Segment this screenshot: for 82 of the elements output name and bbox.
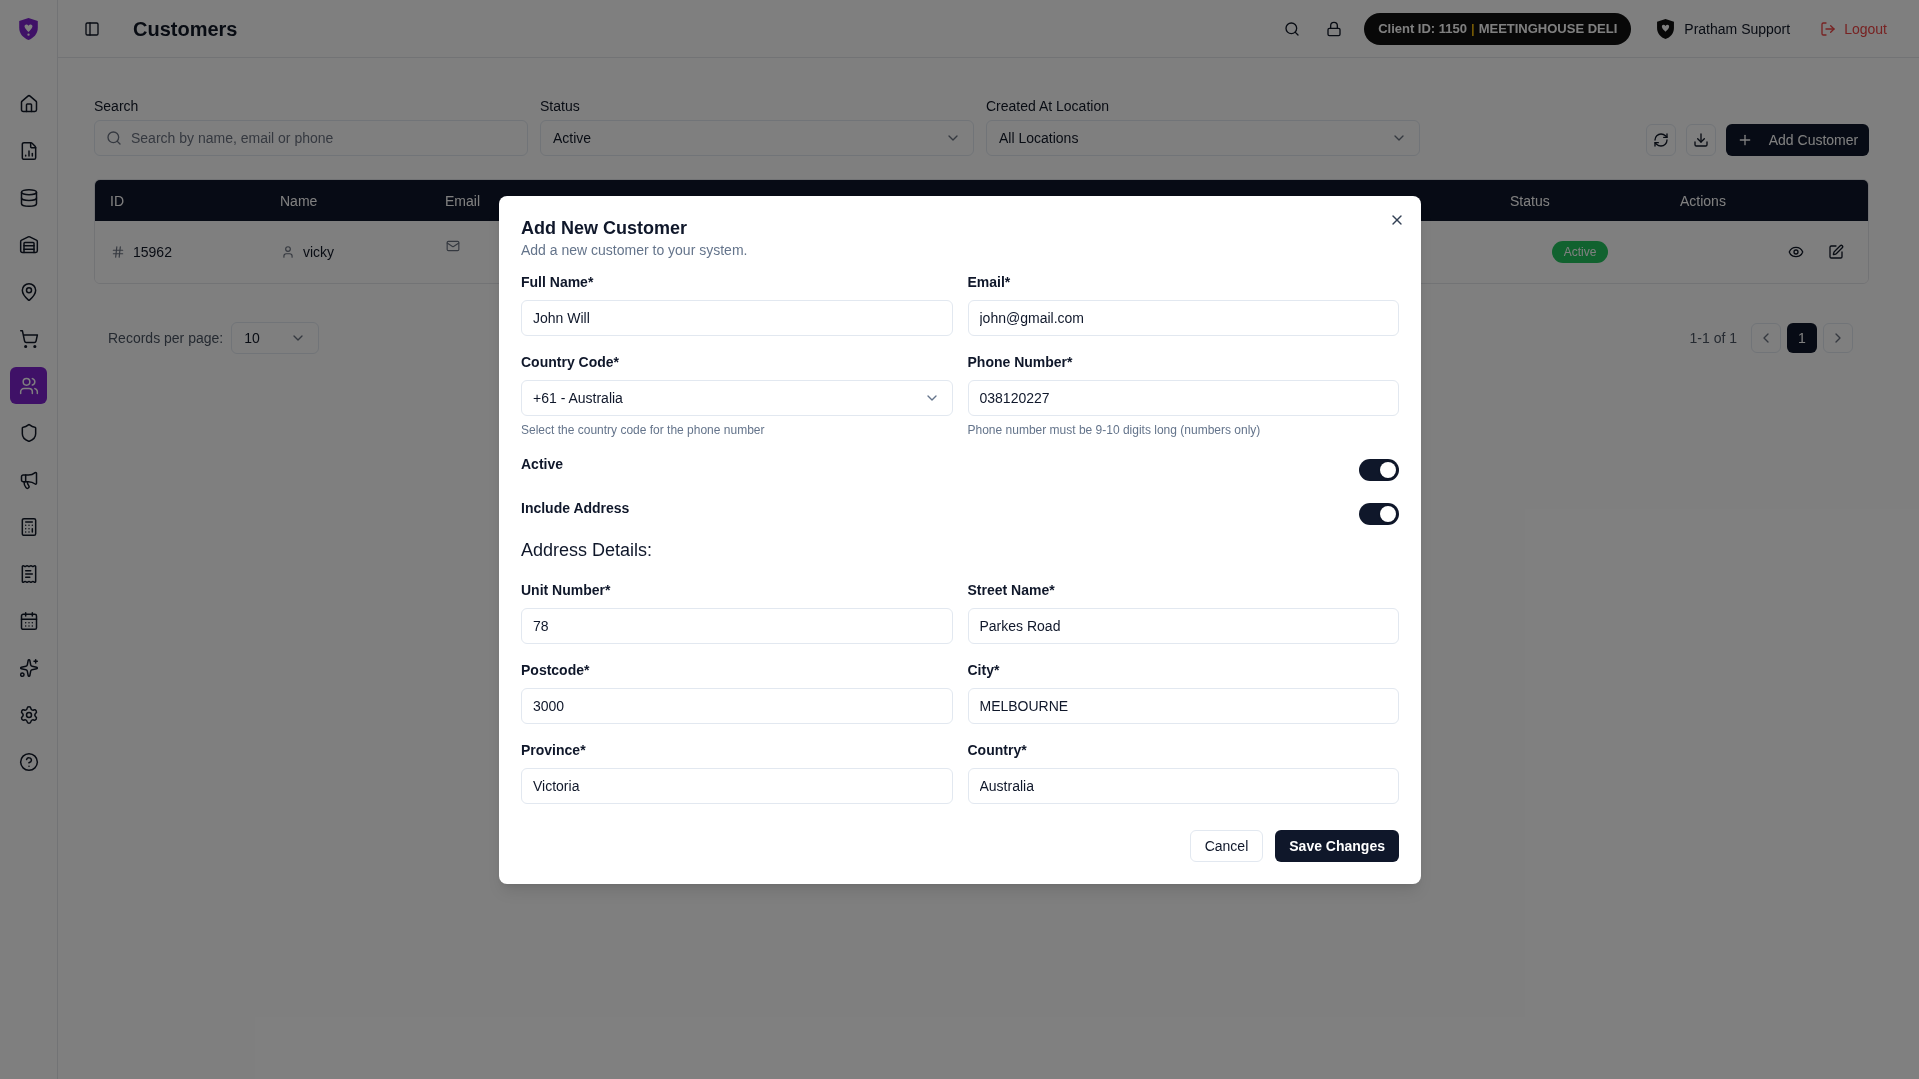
input-field[interactable]: Australia [967, 768, 1399, 804]
page-size-select[interactable]: 10 [231, 322, 320, 354]
field-label: Full Name* [521, 273, 595, 292]
page-title: Customers [133, 16, 238, 42]
records-per-page-label: Records per page: [108, 329, 224, 348]
sidebar-item[interactable] [10, 367, 47, 404]
search-icon[interactable] [1284, 20, 1301, 37]
select-field[interactable]: All Locations [986, 120, 1420, 156]
field-label: Unit Number* [521, 581, 612, 600]
client-name-text: MEETINGHOUSE DELI [1478, 19, 1618, 38]
input-field[interactable]: john@gmail.com [967, 300, 1399, 336]
field-label: Phone Number* [967, 353, 1074, 372]
column-header: ID [109, 191, 125, 211]
select-field[interactable]: Active [540, 120, 974, 156]
eye-icon[interactable] [1788, 244, 1804, 260]
switch-label: Include Address [521, 499, 630, 518]
column-header: Actions [1679, 191, 1727, 211]
download-icon [1693, 132, 1709, 148]
search-icon [106, 130, 122, 146]
mail-icon [446, 239, 460, 253]
field-label: Postcode* [521, 661, 591, 680]
toggle-switch[interactable] [1359, 503, 1399, 525]
input-field[interactable]: Parkes Road [967, 608, 1399, 644]
house-icon [18, 93, 39, 114]
search-field[interactable]: Search by name, email or phone [94, 120, 528, 156]
cancel-button[interactable]: Cancel [1189, 830, 1264, 862]
hash-icon [111, 245, 125, 259]
logout-icon [1820, 20, 1837, 37]
calendar-icon [18, 610, 39, 631]
input-field[interactable]: 038120227 [967, 380, 1399, 416]
sparkles-icon [18, 657, 39, 678]
input-field[interactable]: 78 [521, 608, 953, 644]
page-button[interactable]: 1 [1787, 323, 1817, 353]
dialog-title: Add New Customer [521, 217, 689, 240]
download-button[interactable] [1686, 124, 1716, 156]
dialog-subtitle: Add a new customer to your system. [521, 241, 749, 260]
user-name: Pratham Support [1684, 19, 1791, 39]
section-heading: Address Details: [521, 539, 654, 562]
input-field[interactable]: MELBOURNE [967, 688, 1399, 724]
field-hint: Select the country code for the phone number [521, 422, 766, 438]
status-badge: Active [1551, 241, 1609, 263]
field-label: Country* [967, 741, 1028, 760]
filter-label: Created At Location [986, 97, 1110, 116]
help-icon [18, 751, 39, 772]
field-label: Province* [521, 741, 587, 760]
lock-icon[interactable] [1326, 20, 1343, 37]
megaphone-icon [18, 469, 39, 490]
customer-name: vicky [303, 243, 335, 262]
panel-left-icon[interactable] [84, 20, 100, 37]
settings-icon [18, 704, 39, 725]
refresh-button[interactable] [1646, 124, 1676, 156]
cart-icon [18, 328, 39, 349]
column-header: Status [1509, 191, 1551, 211]
client-id-text: Client ID: 1150 [1378, 19, 1467, 38]
field-hint: Phone number must be 9-10 digits long (numbers only) [967, 422, 1262, 438]
shield-avatar-icon [1657, 18, 1675, 39]
database-icon [18, 187, 39, 208]
shield-logo-icon[interactable] [19, 18, 38, 40]
page-range: 1-1 of 1 [1689, 329, 1737, 348]
input-field[interactable]: Victoria [521, 768, 953, 804]
column-header: Name [279, 191, 319, 211]
field-label: Country Code* [521, 353, 620, 372]
filter-label: Search [94, 97, 140, 116]
refresh-icon [1653, 132, 1669, 148]
field-label: City* [967, 661, 1001, 680]
save-changes-button[interactable]: Save Changes [1275, 830, 1399, 862]
column-header: Email [444, 191, 481, 211]
user-icon [281, 245, 295, 259]
separator-text: | [1471, 19, 1475, 38]
users-icon [18, 375, 39, 396]
add-customer-button[interactable]: Add Customer [1726, 124, 1869, 156]
customer-id: 15962 [133, 243, 172, 262]
edit-icon[interactable] [1828, 244, 1844, 260]
input-field[interactable]: 3000 [521, 688, 953, 724]
select-field[interactable]: +61 - Australia [521, 380, 953, 416]
switch-label: Active [521, 455, 564, 474]
warehouse-icon [18, 234, 39, 255]
toggle-switch[interactable] [1359, 459, 1399, 481]
input-field[interactable]: John Will [521, 300, 953, 336]
field-label: Email* [967, 273, 1012, 292]
filter-label: Status [540, 97, 581, 116]
field-label: Street Name* [967, 581, 1056, 600]
